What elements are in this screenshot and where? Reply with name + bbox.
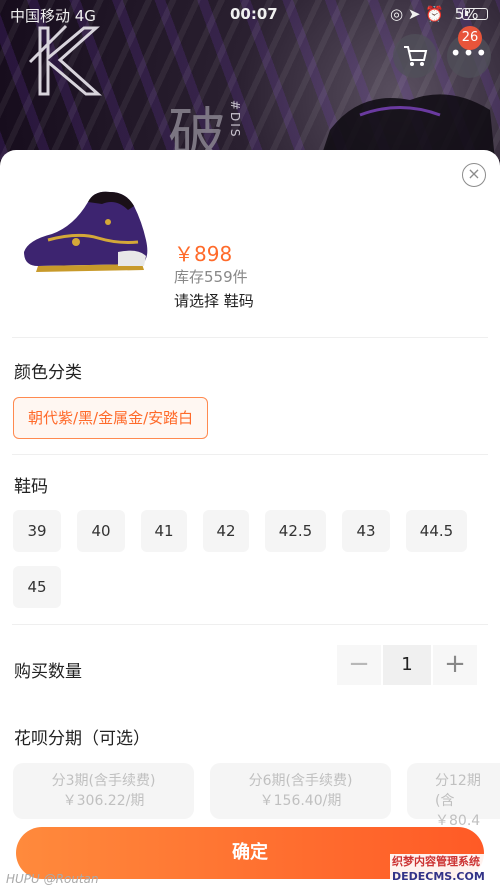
quantity-value[interactable]: 1 [383, 645, 431, 685]
size-section-title: 鞋码 [14, 477, 48, 497]
size-option[interactable]: 43 [342, 510, 390, 552]
installment-period: 分6期(含手续费) [248, 773, 353, 789]
installment-amount: ￥306.22/期 [62, 793, 145, 809]
product-thumbnail[interactable] [18, 182, 158, 274]
size-option[interactable]: 39 [13, 510, 61, 552]
color-option[interactable]: 朝代紫/黑/金属金/安踏白 [13, 397, 209, 439]
cart-icon [404, 46, 428, 66]
size-option[interactable]: 42 [203, 510, 249, 552]
clock: 00:07 [230, 5, 278, 23]
installment-amount: ￥156.40/期 [259, 793, 342, 809]
installment-option[interactable]: 分6期(含手续费) ￥156.40/期 [210, 763, 391, 819]
close-button[interactable]: × [462, 163, 486, 187]
sku-selector-sheet: × ￥898 库存559件 请选择 鞋码 颜色分类 朝代紫/黑/金属金/安踏白 … [0, 150, 500, 889]
watermark-line: DEDECMS.COM [392, 870, 485, 883]
battery-icon [462, 8, 488, 20]
brand-logo-icon [28, 24, 102, 96]
quantity-increment-button[interactable]: + [433, 645, 477, 685]
divider [12, 624, 488, 625]
close-icon: × [467, 164, 481, 183]
size-option[interactable]: 44.5 [406, 510, 467, 552]
quantity-label: 购买数量 [14, 662, 82, 682]
divider [12, 337, 488, 338]
watermark-line: 织梦内容管理系统 [392, 855, 480, 868]
watermark-left: HUPU @Routan [6, 872, 99, 886]
hero-shoe-silhouette [320, 94, 495, 160]
price: ￥898 [174, 242, 233, 266]
installment-period: 分3期(含手续费) [51, 773, 156, 789]
status-glyphs-icon: ◎ ➤ ⏰ [390, 5, 444, 23]
installment-period: 分12期(含 [435, 773, 481, 809]
cart-count-badge: 26 [458, 26, 482, 50]
quantity-decrement-button[interactable]: − [337, 645, 381, 685]
size-option[interactable]: 41 [141, 510, 187, 552]
size-option[interactable]: 42.5 [265, 510, 326, 552]
installment-section-title: 花呗分期（可选） [14, 729, 150, 749]
installment-option[interactable]: 分3期(含手续费) ￥306.22/期 [13, 763, 194, 819]
size-option[interactable]: 45 [13, 566, 61, 608]
size-option[interactable]: 40 [77, 510, 125, 552]
hero-vertical-text: #DIS [228, 100, 242, 139]
selection-hint: 请选择 鞋码 [174, 292, 254, 310]
color-section-title: 颜色分类 [14, 363, 82, 383]
stock-count: 库存559件 [174, 268, 248, 286]
watermark-right: 织梦内容管理系统 DEDECMS.COM [390, 854, 500, 886]
installment-option[interactable]: 分12期(含 ￥80.4 [407, 763, 500, 829]
divider [12, 454, 488, 455]
cart-button[interactable] [393, 34, 437, 78]
